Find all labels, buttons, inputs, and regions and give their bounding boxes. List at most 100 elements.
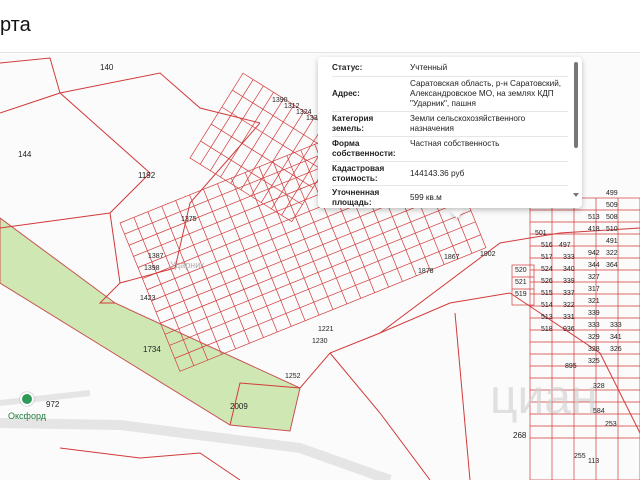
parcel-boundary xyxy=(59,447,241,480)
plot-label[interactable]: 519 xyxy=(515,291,527,298)
plot-label[interactable]: 113 xyxy=(588,458,599,465)
divider xyxy=(332,161,568,162)
plot-label[interactable]: 340 xyxy=(563,266,575,273)
plot-label[interactable]: 509 xyxy=(606,202,618,209)
parcel-boundary xyxy=(0,57,61,94)
parcel-boundary xyxy=(59,72,261,124)
plot-label[interactable]: 508 xyxy=(606,214,618,221)
plot-label[interactable]: 331 xyxy=(563,314,575,321)
category-key: Категория земель: xyxy=(332,114,374,133)
plot-label[interactable]: 1398 xyxy=(144,265,160,272)
plot-label[interactable]: 520 xyxy=(515,267,527,274)
plot-label[interactable]: 1902 xyxy=(480,251,496,258)
parcel-boundary xyxy=(454,312,471,480)
plot-label[interactable]: 322 xyxy=(606,250,618,257)
plot-label[interactable]: 1221 xyxy=(318,326,334,333)
plot-label[interactable]: 329 xyxy=(588,334,600,341)
plot-label[interactable]: 524 xyxy=(541,266,553,273)
plot-label[interactable]: 1375 xyxy=(181,216,197,223)
plot-label[interactable]: 341 xyxy=(610,334,622,341)
plot-label[interactable]: 1878 xyxy=(418,268,434,275)
area-key: Уточненная площадь: xyxy=(332,188,380,207)
plot-label[interactable]: 521 xyxy=(515,279,527,286)
divider xyxy=(332,185,568,186)
plot-label[interactable]: 325 xyxy=(588,358,600,365)
page-title: рта xyxy=(0,14,31,36)
plot-label[interactable]: 515 xyxy=(541,290,553,297)
plot-label[interactable]: 333 xyxy=(563,254,575,261)
plot-label[interactable]: 1252 xyxy=(285,373,301,380)
plot-label[interactable]: 1734 xyxy=(143,345,161,354)
road xyxy=(0,418,392,480)
plot-label[interactable]: 1423 xyxy=(140,295,156,302)
divider xyxy=(332,76,568,77)
plot-label[interactable]: 513 xyxy=(588,214,600,221)
parcel-boundary xyxy=(109,122,261,284)
popup-scrollbar[interactable] xyxy=(574,62,578,148)
plot-label[interactable]: 328 xyxy=(588,346,600,353)
plot-label[interactable]: 140 xyxy=(100,63,113,72)
plot-label[interactable]: 337 xyxy=(563,290,575,297)
plot-label[interactable]: 418 xyxy=(588,226,600,233)
plot-label[interactable]: 321 xyxy=(588,298,600,305)
plot-label[interactable]: 1230 xyxy=(312,338,328,345)
plot-label[interactable]: 491 xyxy=(606,238,618,245)
area-value: 599 кв.м xyxy=(410,193,442,202)
plot-label[interactable]: 526 xyxy=(541,278,553,285)
ownership-key: Форма собственности: xyxy=(332,139,396,158)
plot-label[interactable]: 501 xyxy=(535,230,547,237)
parcel-boundary xyxy=(379,292,511,334)
plot-label[interactable]: 344 xyxy=(588,262,600,269)
road xyxy=(0,390,91,406)
address-key: Адрес: xyxy=(332,89,360,98)
plot-label[interactable]: 972 xyxy=(46,400,59,409)
ownership-value: Частная собственность xyxy=(410,139,500,148)
plot-label[interactable]: 327 xyxy=(588,274,600,281)
plot-label[interactable]: 144 xyxy=(18,150,31,159)
map-watermark: циан xyxy=(490,371,598,424)
status-key: Статус: xyxy=(332,63,363,72)
plot-label[interactable]: 584 xyxy=(593,408,605,415)
plot-label[interactable]: 1192 xyxy=(138,171,155,180)
header: рта xyxy=(0,0,640,53)
plot-label[interactable]: 1867 xyxy=(444,254,460,261)
plot-label[interactable]: 516 xyxy=(541,242,553,249)
status-value: Учтенный xyxy=(410,63,448,72)
parcel-boundary xyxy=(0,92,151,229)
plot-label[interactable]: 936 xyxy=(563,326,575,333)
parcel-info-popup[interactable]: Статус: Учтенный Адрес: Саратовская обла… xyxy=(318,57,582,208)
plot-label[interactable]: 328 xyxy=(593,383,605,390)
plot-label[interactable]: 518 xyxy=(541,326,553,333)
plot-label[interactable]: 333 xyxy=(588,322,600,329)
plot-label[interactable]: 255 xyxy=(574,453,586,460)
plot-label[interactable]: 499 xyxy=(606,190,618,197)
plot-label[interactable]: 517 xyxy=(541,254,553,261)
plot-label[interactable]: 514 xyxy=(541,302,553,309)
plot-label[interactable]: 2009 xyxy=(230,402,248,411)
plot-label[interactable]: 1387 xyxy=(148,253,164,260)
plot-label[interactable]: 339 xyxy=(563,278,575,285)
plot-label[interactable]: 364 xyxy=(606,262,618,269)
plot-label[interactable]: 510 xyxy=(606,226,618,233)
divider xyxy=(332,111,568,112)
town-label[interactable]: Оксфорд xyxy=(8,411,46,421)
cost-value: 144143.36 руб xyxy=(410,169,465,178)
scroll-down-arrow-icon[interactable] xyxy=(573,193,579,197)
location-marker-icon[interactable] xyxy=(20,392,34,406)
plot-label[interactable]: 317 xyxy=(588,286,600,293)
divider xyxy=(332,136,568,137)
category-value: Земли сельскохозяйственного назначения xyxy=(410,114,526,133)
plot-label[interactable]: 253 xyxy=(605,421,617,428)
plot-label[interactable]: 333 xyxy=(610,322,622,329)
address-value: Саратовская область, р-н Саратовский, Ал… xyxy=(410,79,562,108)
plot-label[interactable]: 497 xyxy=(559,242,571,249)
plot-label[interactable]: 322 xyxy=(563,302,575,309)
plot-label[interactable]: 326 xyxy=(610,346,622,353)
plot-label[interactable]: 268 xyxy=(513,431,526,440)
plot-label[interactable]: 942 xyxy=(588,250,600,257)
plot-label[interactable]: 895 xyxy=(565,363,577,370)
cost-key: Кадастровая стоимость: xyxy=(332,164,385,183)
plot-label[interactable]: 513 xyxy=(541,314,553,321)
plot-label[interactable]: 339 xyxy=(588,310,600,317)
area-label: Ударник xyxy=(170,260,205,270)
